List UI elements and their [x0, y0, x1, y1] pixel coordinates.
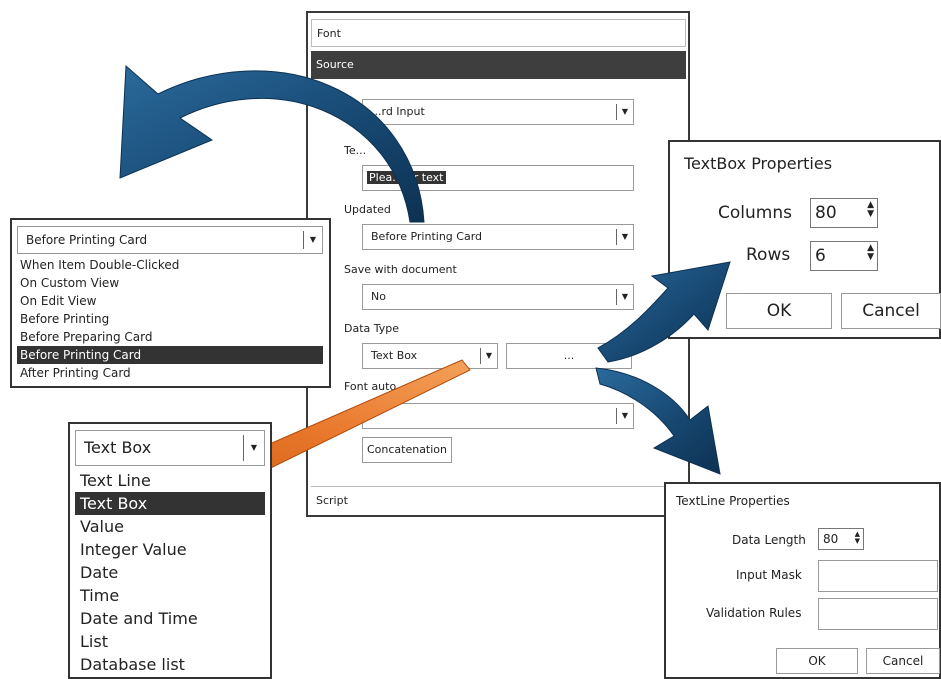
columns-spinner[interactable]: 80 ▲ ▼ — [810, 198, 878, 228]
chevron-down-icon[interactable]: ▼ — [307, 227, 319, 253]
rows-spinner[interactable]: 6 ▲ ▼ — [810, 241, 878, 271]
ok-button[interactable]: OK — [726, 293, 832, 329]
list-item[interactable]: List — [75, 630, 265, 653]
trigger-combo-value: Before Printing Card — [26, 233, 148, 247]
textline-properties-title: TextLine Properties — [676, 494, 790, 508]
input-source-combo[interactable]: ...rd Input ▼ — [362, 99, 634, 125]
textline-properties-dialog: TextLine Properties Data Length 80 ▲ ▼ In… — [664, 482, 941, 679]
list-item[interactable]: After Printing Card — [17, 364, 323, 382]
section-font[interactable]: Font — [311, 19, 686, 47]
input-mask-label: Input Mask — [736, 568, 802, 582]
list-item[interactable]: On Custom View — [17, 274, 323, 292]
columns-value: 80 — [815, 203, 837, 223]
list-item[interactable]: On Edit View — [17, 292, 323, 310]
textbox-properties-dialog: TextBox Properties Columns 80 ▲ ▼ Rows 6 … — [668, 140, 941, 339]
trigger-dropdown: Before Printing Card ▼ When Item Double-… — [10, 218, 331, 388]
rows-value: 6 — [815, 246, 826, 266]
chevron-down-icon[interactable]: ▼ — [619, 225, 631, 249]
cancel-button[interactable]: Cancel — [866, 648, 940, 674]
data-type-options-button[interactable]: ... — [506, 343, 632, 369]
input-mask-field[interactable] — [818, 560, 938, 592]
list-item[interactable]: Integer Value — [75, 538, 265, 561]
validation-rules-field[interactable] — [818, 598, 938, 630]
data-type-value: Text Box — [371, 349, 418, 362]
properties-panel: Font Source ...rd Input ▼ Te... Plea...t… — [306, 11, 690, 517]
font-auto-label: Font auto ... — [344, 380, 411, 393]
chevron-down-icon[interactable]: ▼ — [483, 344, 495, 368]
text-label: Te... — [344, 144, 367, 157]
save-with-document-value: No — [371, 290, 386, 303]
data-type-combo[interactable]: Text Box ▼ — [362, 343, 498, 369]
list-item[interactable]: Date and Time — [75, 607, 265, 630]
section-source[interactable]: Source — [311, 51, 686, 79]
data-type-combo-value: Text Box — [84, 438, 152, 457]
updated-combo[interactable]: Before Printing Card ▼ — [362, 224, 634, 250]
data-type-combo-large[interactable]: Text Box ▼ — [75, 430, 265, 466]
ok-button[interactable]: OK — [776, 648, 858, 674]
concatenation-button[interactable]: Concatenation — [362, 437, 452, 463]
spin-updown-icon[interactable]: ▲ ▼ — [867, 201, 874, 219]
updated-value: Before Printing Card — [371, 230, 483, 243]
columns-label: Columns — [718, 203, 792, 223]
list-item[interactable]: Database list — [75, 653, 265, 676]
data-length-value: 80 — [823, 532, 839, 546]
input-source-value: ...rd Input — [371, 105, 425, 118]
rows-label: Rows — [746, 245, 791, 265]
save-with-document-label: Save with document — [344, 263, 457, 276]
chevron-down-icon[interactable]: ▼ — [619, 285, 631, 309]
list-item[interactable]: Time — [75, 584, 265, 607]
font-auto-combo[interactable]: ▼ — [362, 403, 634, 429]
spin-updown-icon[interactable]: ▲ ▼ — [867, 244, 874, 262]
textbox-properties-title: TextBox Properties — [684, 154, 833, 173]
list-item[interactable]: Text Line — [75, 469, 265, 492]
spin-updown-icon[interactable]: ▲ ▼ — [855, 531, 860, 545]
default-text-field[interactable]: Plea...ter text — [362, 165, 634, 191]
chevron-down-icon[interactable]: ▼ — [619, 100, 631, 124]
data-length-label: Data Length — [732, 533, 806, 547]
list-item-selected[interactable]: Before Printing Card — [17, 346, 323, 364]
section-script[interactable]: Script — [311, 486, 686, 514]
default-text-value: Plea...ter text — [367, 171, 446, 184]
cancel-button[interactable]: Cancel — [841, 293, 941, 329]
list-item[interactable]: When Item Double-Clicked — [17, 256, 323, 274]
save-with-document-combo[interactable]: No ▼ — [362, 284, 634, 310]
data-type-dropdown: Text Box ▼ Text Line Text Box Value Inte… — [68, 422, 272, 679]
chevron-down-icon[interactable]: ▼ — [248, 431, 260, 465]
data-type-label: Data Type — [344, 322, 400, 335]
list-item[interactable]: Before Printing — [17, 310, 323, 328]
trigger-combo[interactable]: Before Printing Card ▼ — [17, 226, 323, 254]
list-item-selected[interactable]: Text Box — [75, 492, 265, 515]
list-item[interactable]: Date — [75, 561, 265, 584]
chevron-down-icon[interactable]: ▼ — [619, 404, 631, 428]
list-item[interactable]: Value — [75, 515, 265, 538]
data-length-spinner[interactable]: 80 ▲ ▼ — [818, 528, 864, 550]
updated-label: Updated — [344, 203, 391, 216]
validation-rules-label: Validation Rules — [706, 606, 802, 620]
list-item[interactable]: Before Preparing Card — [17, 328, 323, 346]
